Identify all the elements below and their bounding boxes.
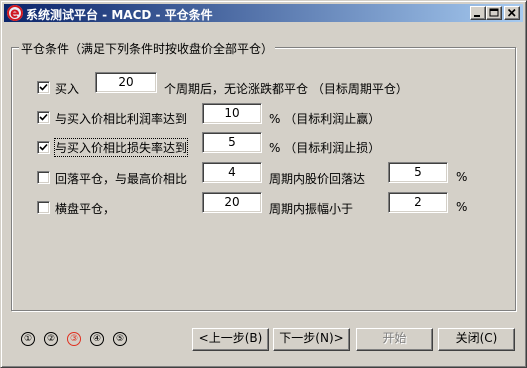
maximize-button[interactable] bbox=[486, 6, 502, 20]
sideways-label: 横盘平仓， bbox=[55, 202, 116, 216]
take-profit-input[interactable]: 10 bbox=[202, 103, 262, 124]
next-button[interactable]: 下一步(N)> bbox=[273, 328, 350, 351]
start-button[interactable]: 开始 bbox=[356, 328, 433, 351]
hold-periods-label: 买入 bbox=[55, 82, 80, 96]
step-indicator-3-current: ③ bbox=[67, 332, 81, 346]
pullback-label: 回落平仓，与最高价相比 bbox=[55, 172, 188, 186]
maximize-icon bbox=[489, 8, 499, 17]
checkbox-sideways[interactable] bbox=[37, 201, 50, 214]
window-title: 系统测试平台 - MACD - 平仓条件 bbox=[26, 8, 213, 22]
pullback-middle-label: 周期内股价回落达 bbox=[269, 172, 366, 186]
stop-loss-label: 与买入价相比损失率达到 bbox=[53, 138, 189, 157]
close-icon bbox=[507, 8, 516, 17]
sideways-period-input[interactable]: 20 bbox=[202, 192, 262, 213]
pullback-percent-input[interactable]: 5 bbox=[388, 162, 448, 183]
stop-loss-input[interactable]: 5 bbox=[202, 132, 262, 153]
prev-button[interactable]: <上一步(B) bbox=[192, 328, 269, 351]
title-bar[interactable]: 系统测试平台 - MACD - 平仓条件 bbox=[4, 4, 523, 22]
hold-periods-suffix: 个周期后，无论涨跌都平仓 （目标周期平仓） bbox=[164, 82, 408, 96]
app-logo-icon bbox=[7, 5, 23, 21]
checkmark-icon bbox=[39, 143, 48, 151]
pullback-percent-sign: % bbox=[456, 170, 468, 184]
group-title: 平仓条件（满足下列条件时按收盘价全部平仓） bbox=[19, 40, 276, 57]
checkmark-icon bbox=[39, 83, 48, 91]
pullback-period-input[interactable]: 4 bbox=[202, 162, 262, 183]
close-button[interactable]: 关闭(C) bbox=[438, 328, 515, 351]
take-profit-label: 与买入价相比利润率达到 bbox=[55, 112, 188, 126]
sideways-amplitude-input[interactable]: 2 bbox=[388, 192, 448, 213]
checkmark-icon bbox=[39, 113, 48, 121]
step-indicator-5: ⑤ bbox=[113, 332, 127, 346]
minimize-icon bbox=[474, 15, 480, 17]
checkbox-take-profit[interactable] bbox=[37, 111, 50, 124]
step-indicator-2: ② bbox=[44, 332, 58, 346]
step-indicator-4: ④ bbox=[90, 332, 104, 346]
close-window-button[interactable] bbox=[504, 6, 520, 20]
hold-periods-input[interactable]: 20 bbox=[95, 72, 157, 93]
checkbox-hold-periods[interactable] bbox=[37, 81, 50, 94]
minimize-button[interactable] bbox=[470, 6, 486, 20]
sideways-percent-sign: % bbox=[456, 200, 468, 214]
checkbox-pullback[interactable] bbox=[37, 171, 50, 184]
take-profit-suffix: % （目标利润止赢） bbox=[269, 112, 381, 126]
step-indicator-1: ① bbox=[21, 332, 35, 346]
stop-loss-suffix: % （目标利润止损） bbox=[269, 141, 381, 155]
dialog-window: 系统测试平台 - MACD - 平仓条件 平仓条件（满足下列条件时按收盘价全部平… bbox=[0, 0, 527, 368]
checkbox-stop-loss[interactable] bbox=[37, 141, 50, 154]
sideways-middle-label: 周期内振幅小于 bbox=[269, 202, 354, 216]
